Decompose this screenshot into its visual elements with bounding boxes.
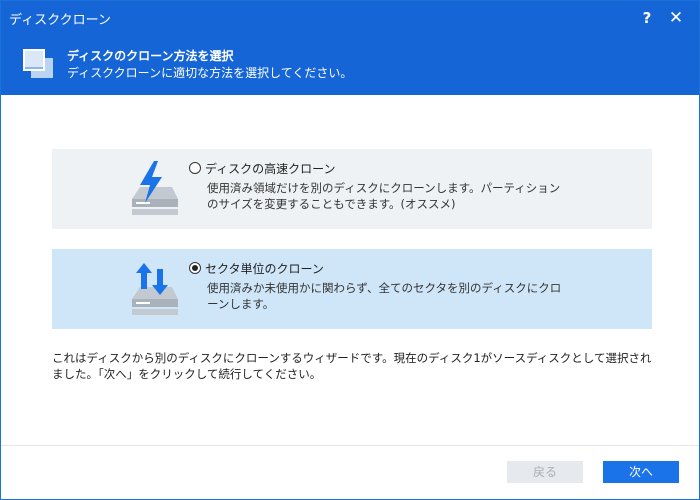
sector-clone-description: 使用済みか未使用かに関わらず、全てのセクタを別のディスクにクローンします。 — [207, 281, 562, 311]
disk-clone-window: ディスククローン ? ✕ ディスクのクローン方法を選択 ディスククローンに適切な… — [0, 0, 700, 500]
fast-clone-title: ディスクの高速クローン — [205, 162, 336, 176]
sector-transfer-disk-icon — [132, 263, 178, 315]
close-button[interactable]: ✕ — [665, 7, 687, 29]
lightning-disk-icon — [132, 161, 178, 215]
disk-clone-icon — [23, 49, 53, 78]
help-button[interactable]: ? — [637, 7, 657, 29]
window-title: ディスククローン — [9, 13, 111, 28]
header-title: ディスクのクローン方法を選択 — [67, 49, 234, 63]
fast-clone-option[interactable]: ディスクの高速クローン 使用済み領域だけを別のディスクにクローンします。パーティ… — [52, 149, 652, 229]
fast-clone-radio[interactable] — [189, 162, 201, 174]
header-subtitle: ディスククローンに適切な方法を選択してください。 — [67, 66, 353, 80]
next-button[interactable]: 次へ — [603, 461, 679, 483]
fast-clone-description: 使用済み領域だけを別のディスクにクローンします。パーティションのサイズを変更する… — [207, 181, 561, 211]
header-banner: ディスクのクローン方法を選択 ディスククローンに適切な方法を選択してください。 — [1, 35, 699, 95]
footer-divider — [1, 445, 699, 446]
title-bar[interactable]: ディスククローン ? ✕ — [1, 1, 699, 35]
back-button[interactable]: 戻る — [507, 461, 583, 483]
sector-clone-title: セクタ単位のクローン — [205, 262, 324, 276]
sector-clone-radio[interactable] — [189, 262, 201, 274]
wizard-info-text: これはディスクから別のディスクにクローンするウィザードです。現在のディスク1がソ… — [52, 351, 652, 381]
sector-clone-option[interactable]: セクタ単位のクローン 使用済みか未使用かに関わらず、全てのセクタを別のディスクに… — [52, 249, 652, 329]
